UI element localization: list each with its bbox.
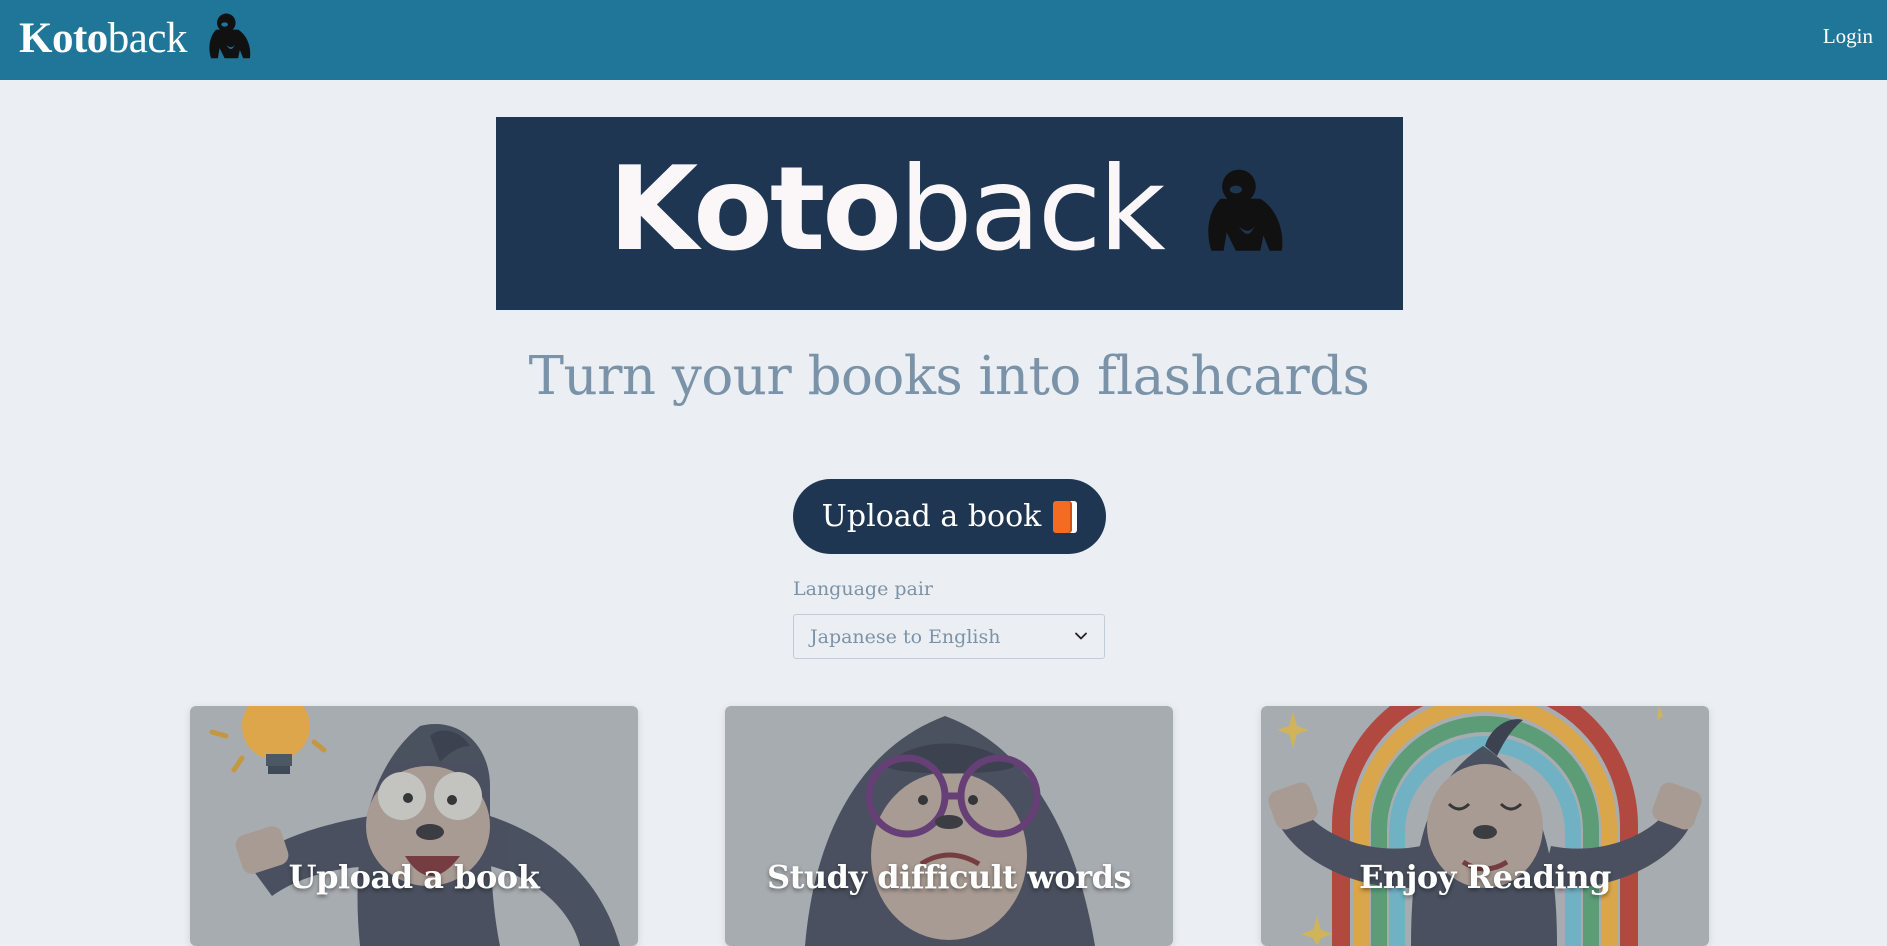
- top-navbar: Koto back Login: [0, 0, 1887, 80]
- language-pair-label: Language pair: [793, 578, 934, 600]
- banner-name-light: back: [899, 141, 1166, 277]
- tagline: Turn your books into flashcards: [528, 346, 1370, 407]
- language-pair-value: Japanese to English: [810, 625, 1001, 648]
- orange-book-icon: [1053, 500, 1078, 533]
- language-pair-select[interactable]: Japanese to English: [793, 614, 1105, 659]
- chevron-down-icon: [1075, 632, 1087, 640]
- brand-name-light: back: [107, 14, 188, 62]
- feature-card-title: Upload a book: [288, 858, 540, 896]
- banner-logo-text: Kotoback: [608, 151, 1165, 268]
- brand-name-bold: Koto: [19, 14, 108, 62]
- feature-card-study[interactable]: Study difficult words: [725, 706, 1173, 946]
- feature-card-title: Study difficult words: [767, 858, 1131, 896]
- brand-logo[interactable]: Koto back: [19, 8, 255, 68]
- upload-book-button[interactable]: Upload a book: [793, 479, 1106, 554]
- feature-card-title: Enjoy Reading: [1359, 858, 1611, 896]
- banner-name-bold: Koto: [608, 141, 902, 277]
- gorilla-icon: [209, 13, 251, 59]
- feature-card-upload[interactable]: Upload a book: [190, 706, 638, 946]
- hero-banner: Kotoback: [496, 117, 1403, 310]
- gorilla-glasses-icon: [805, 716, 1095, 946]
- login-link[interactable]: Login: [1823, 24, 1873, 49]
- upload-book-label: Upload a book: [821, 499, 1042, 534]
- feature-card-enjoy[interactable]: Enjoy Reading: [1261, 706, 1709, 946]
- gorilla-rainbow-icon: [1268, 706, 1702, 946]
- gorilla-icon: [1207, 169, 1283, 251]
- gorilla-lightbulb-icon: [209, 706, 620, 946]
